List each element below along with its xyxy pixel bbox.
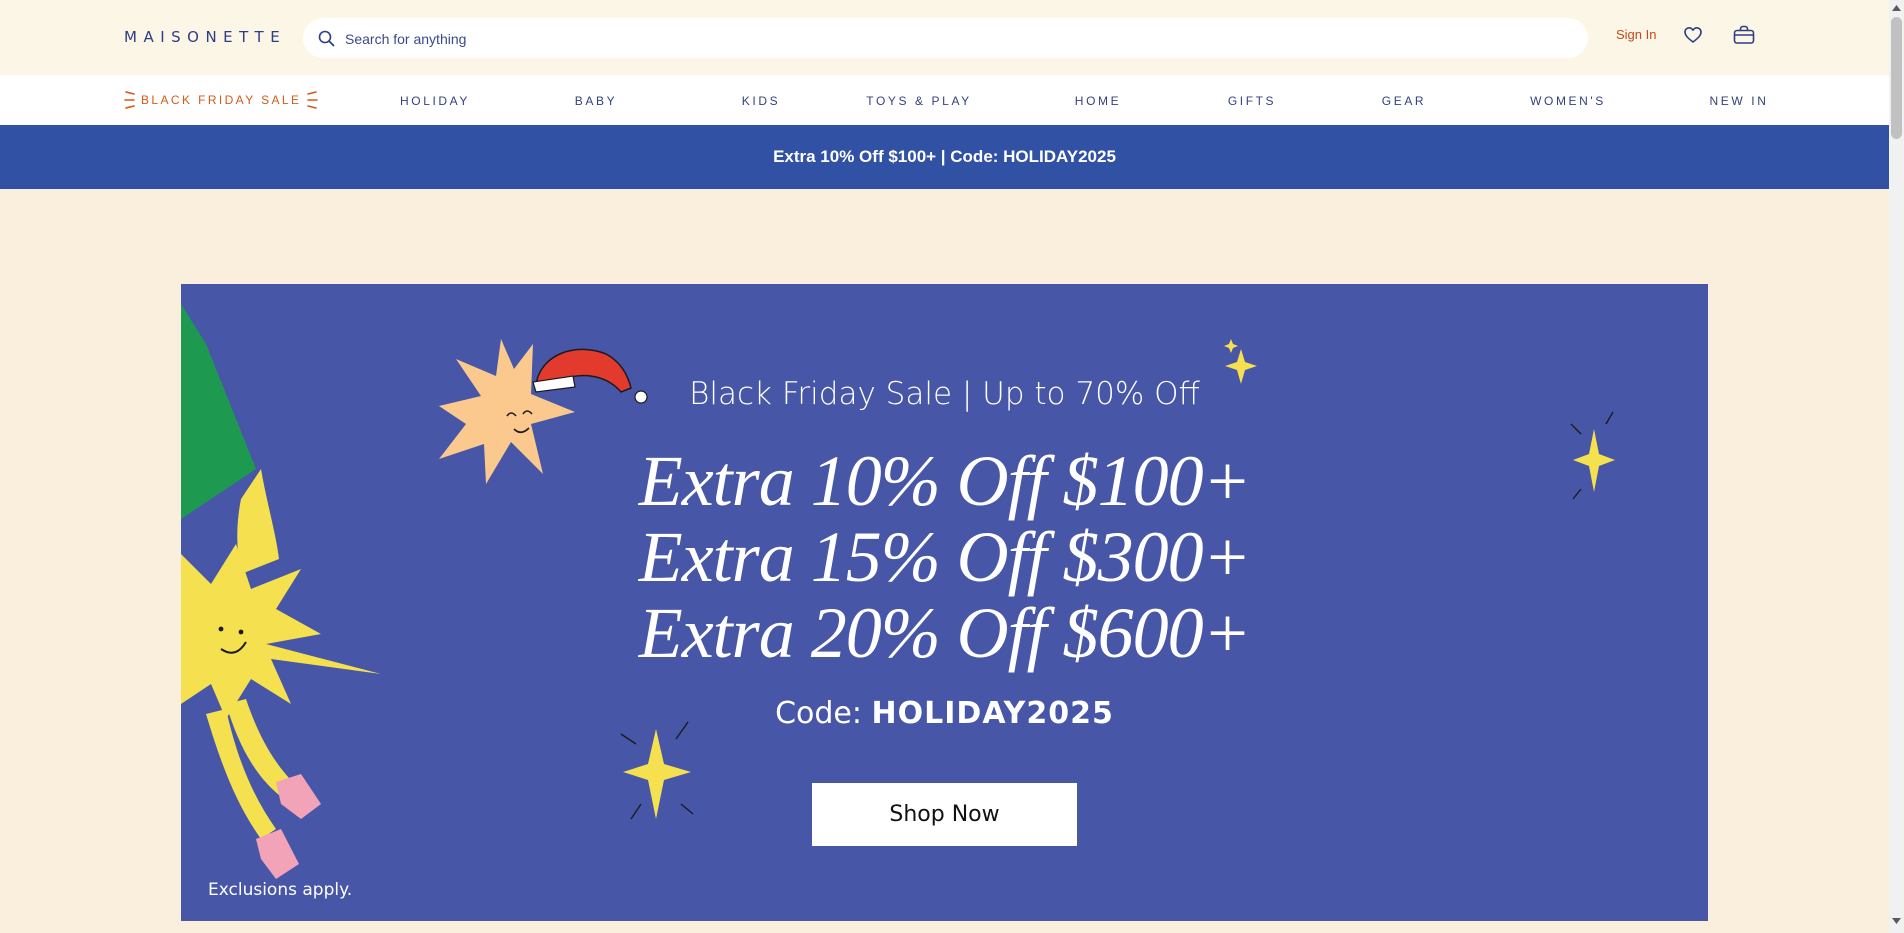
hero-offer-line-1: Extra 10% Off $100+ [638,441,1252,521]
shop-now-button[interactable]: Shop Now [812,783,1077,846]
exclusions-note: Exclusions apply. [208,880,353,900]
hero-subhead: Black Friday Sale | Up to 70% Off [689,376,1200,412]
sparkle-left-icon [124,91,135,109]
wishlist-heart-icon[interactable] [1683,25,1703,45]
nav-item-baby[interactable]: BABY [575,94,617,108]
sparkle-right-icon [307,91,319,109]
nav-item-new-in[interactable]: NEW IN [1710,94,1769,108]
search-input[interactable] [343,24,1567,54]
main-nav: BLACK FRIDAY SALE HOLIDAY BABY KIDS TOYS… [0,75,1889,125]
nav-item-gear[interactable]: GEAR [1382,94,1426,108]
hero-code-value: HOLIDAY2025 [871,696,1114,731]
hero-code-label: Code: [775,696,862,731]
nav-item-kids[interactable]: KIDS [742,94,780,108]
page-scrollbar[interactable] [1889,0,1904,933]
hero-offer-line-3: Extra 20% Off $600+ [638,593,1252,673]
scroll-up-arrow-icon[interactable] [1892,4,1901,12]
search-bar[interactable] [303,18,1588,58]
search-icon [318,30,335,47]
site-logo[interactable]: MAISONETTE [124,28,286,46]
promo-bar[interactable]: Extra 10% Off $100+ | Code: HOLIDAY2025 [0,125,1889,189]
nav-item-holiday[interactable]: HOLIDAY [400,94,470,108]
nav-item-black-friday-sale[interactable]: BLACK FRIDAY SALE [124,89,319,111]
nav-item-toys-play[interactable]: TOYS & PLAY [866,94,972,108]
sparkle-top-tiny [1224,339,1238,353]
sign-in-link[interactable]: Sign In [1616,27,1656,42]
hero-offer-line-2: Extra 15% Off $300+ [638,517,1252,597]
scrollbar-thumb[interactable] [1891,17,1902,139]
nav-sale-label: BLACK FRIDAY SALE [141,93,302,107]
scroll-down-arrow-icon[interactable] [1892,917,1901,925]
nav-item-home[interactable]: HOME [1075,94,1121,108]
top-header: MAISONETTE Sign In [0,0,1889,75]
nav-item-womens[interactable]: WOMEN'S [1530,94,1606,108]
hero-banner[interactable]: Black Friday Sale | Up to 70% Off Extra … [181,284,1708,921]
shopping-bag-icon[interactable] [1733,25,1755,45]
hero-promo-code: Code: HOLIDAY2025 [181,696,1708,731]
nav-item-gifts[interactable]: GIFTS [1228,94,1276,108]
